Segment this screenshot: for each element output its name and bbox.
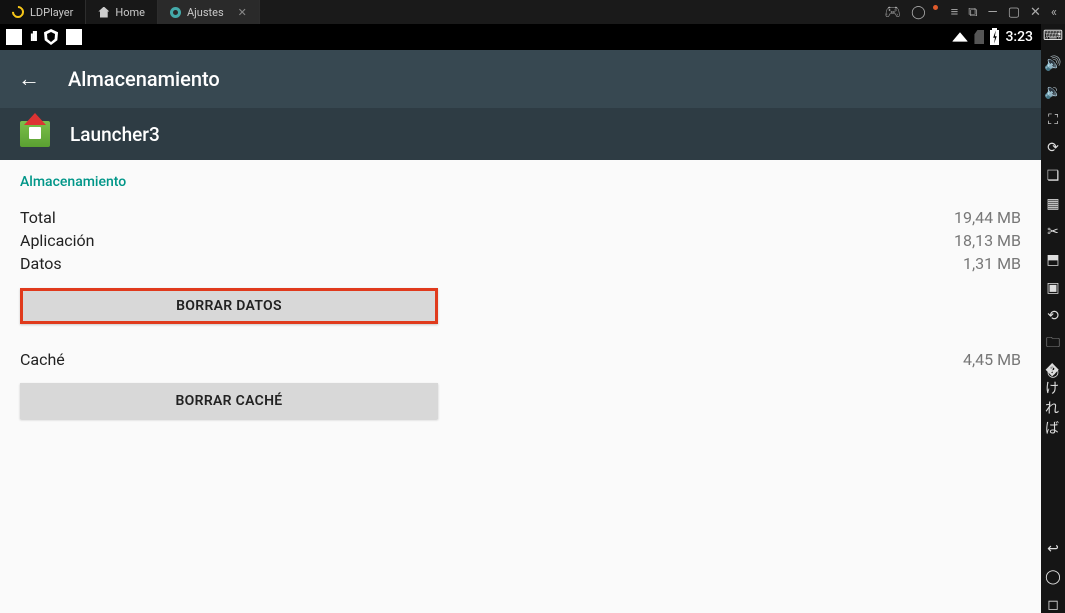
row-cache: Caché 4,45 MB: [20, 348, 1021, 371]
android-status-bar: ıII 3:23: [0, 24, 1041, 50]
no-sim-icon: [974, 30, 984, 44]
tab-label: Home: [115, 6, 145, 19]
back-arrow-icon[interactable]: ←: [18, 66, 40, 92]
page-title: Almacenamiento: [68, 67, 220, 91]
volume-down-icon[interactable]: 🔉: [1045, 84, 1061, 100]
clock: 3:23: [1005, 29, 1033, 45]
row-value: 1,31 MB: [963, 252, 1021, 275]
android-home-icon[interactable]: ◯: [1045, 569, 1061, 585]
clear-data-button[interactable]: BORRAR DATOS: [20, 288, 438, 324]
battery-charging-icon: [990, 30, 999, 45]
home-icon: [98, 7, 109, 18]
clear-cache-button[interactable]: BORRAR CACHÉ: [20, 383, 438, 419]
row-total: Total 19,44 MB: [20, 206, 1021, 229]
screenshot-icon[interactable]: ▣: [1045, 280, 1061, 296]
maximize-icon[interactable]: ▢: [1008, 6, 1020, 19]
emulator-sidebar: ⌨ 🔊 🔉 ⛶ ⟳ ❏ ▦ ✂ ⬒ ▣ ⟲ 🗀 ◎ �ければ ↩ ◯ ◻: [1041, 24, 1065, 613]
app-name: LDPlayer: [30, 6, 73, 19]
notification-dot-icon: [933, 5, 938, 10]
rotate-icon[interactable]: ⟲: [1045, 308, 1061, 324]
ldplayer-logo-icon: [10, 4, 27, 21]
scissors-icon[interactable]: ✂: [1045, 224, 1061, 240]
row-label: Total: [20, 206, 56, 229]
tab-close-icon[interactable]: ✕: [238, 6, 247, 19]
window-titlebar: LDPlayer Home Ajustes ✕ 🎮︎ ◯ ≡ ⧉ — ▢ ✕ «: [0, 0, 1065, 24]
section-label-storage: Almacenamiento: [20, 174, 1021, 190]
wifi-icon: [952, 32, 968, 42]
menu-icon[interactable]: ≡: [951, 6, 959, 19]
window-tab-ajustes[interactable]: Ajustes ✕: [158, 0, 260, 24]
shortcut-app-1-icon[interactable]: [6, 29, 22, 45]
row-value: 4,45 MB: [963, 348, 1021, 371]
collapse-sidebar-icon[interactable]: «: [1051, 6, 1057, 19]
launcher-app-icon: [20, 121, 50, 147]
app-name-label: Launcher3: [70, 123, 160, 146]
row-label: Aplicación: [20, 229, 95, 252]
window-tab-home[interactable]: Home: [86, 0, 158, 24]
app-tab-ldplayer[interactable]: LDPlayer: [0, 0, 86, 24]
sync-icon[interactable]: ⟳: [1045, 140, 1061, 156]
multi-window-icon[interactable]: ⧉: [968, 6, 977, 19]
keymap-icon[interactable]: ▦: [1045, 196, 1061, 212]
fullscreen-icon[interactable]: ⛶: [1045, 112, 1061, 128]
shared-folder-icon[interactable]: 🗀: [1045, 336, 1061, 352]
window-controls: 🎮︎ ◯ ≡ ⧉ — ▢ ✕ «: [877, 0, 1065, 24]
gamepad-icon[interactable]: 🎮︎: [885, 6, 902, 19]
storage-content: Almacenamiento Total 19,44 MB Aplicación…: [0, 160, 1041, 613]
row-value: 18,13 MB: [954, 229, 1021, 252]
shortcut-app-2-icon[interactable]: ıII: [30, 29, 36, 45]
row-label: Caché: [20, 348, 65, 371]
account-icon[interactable]: ◯: [911, 6, 926, 19]
shortcut-tray: ıII: [0, 29, 82, 45]
android-back-icon[interactable]: ↩: [1045, 541, 1061, 557]
app-info-header: Launcher3: [0, 108, 1041, 160]
app-bar: ← Almacenamiento: [0, 50, 1041, 108]
operation-record-icon[interactable]: ⬒: [1045, 252, 1061, 268]
tab-label: Ajustes: [187, 6, 224, 19]
row-application: Aplicación 18,13 MB: [20, 229, 1021, 252]
more-tools-icon[interactable]: �ければ: [1045, 392, 1061, 408]
row-value: 19,44 MB: [954, 206, 1021, 229]
row-label: Datos: [20, 252, 62, 275]
shortcut-app-4-icon[interactable]: [66, 29, 82, 45]
minimize-icon[interactable]: —: [988, 6, 998, 19]
multi-instance-icon[interactable]: ❏: [1045, 168, 1061, 184]
settings-gear-icon: [170, 7, 181, 18]
volume-up-icon[interactable]: 🔊: [1045, 56, 1061, 72]
row-data: Datos 1,31 MB: [20, 252, 1021, 275]
keyboard-icon[interactable]: ⌨: [1045, 28, 1061, 44]
shortcut-shield-icon[interactable]: [44, 29, 58, 45]
android-recents-icon[interactable]: ◻: [1045, 597, 1061, 613]
close-window-icon[interactable]: ✕: [1030, 6, 1041, 19]
